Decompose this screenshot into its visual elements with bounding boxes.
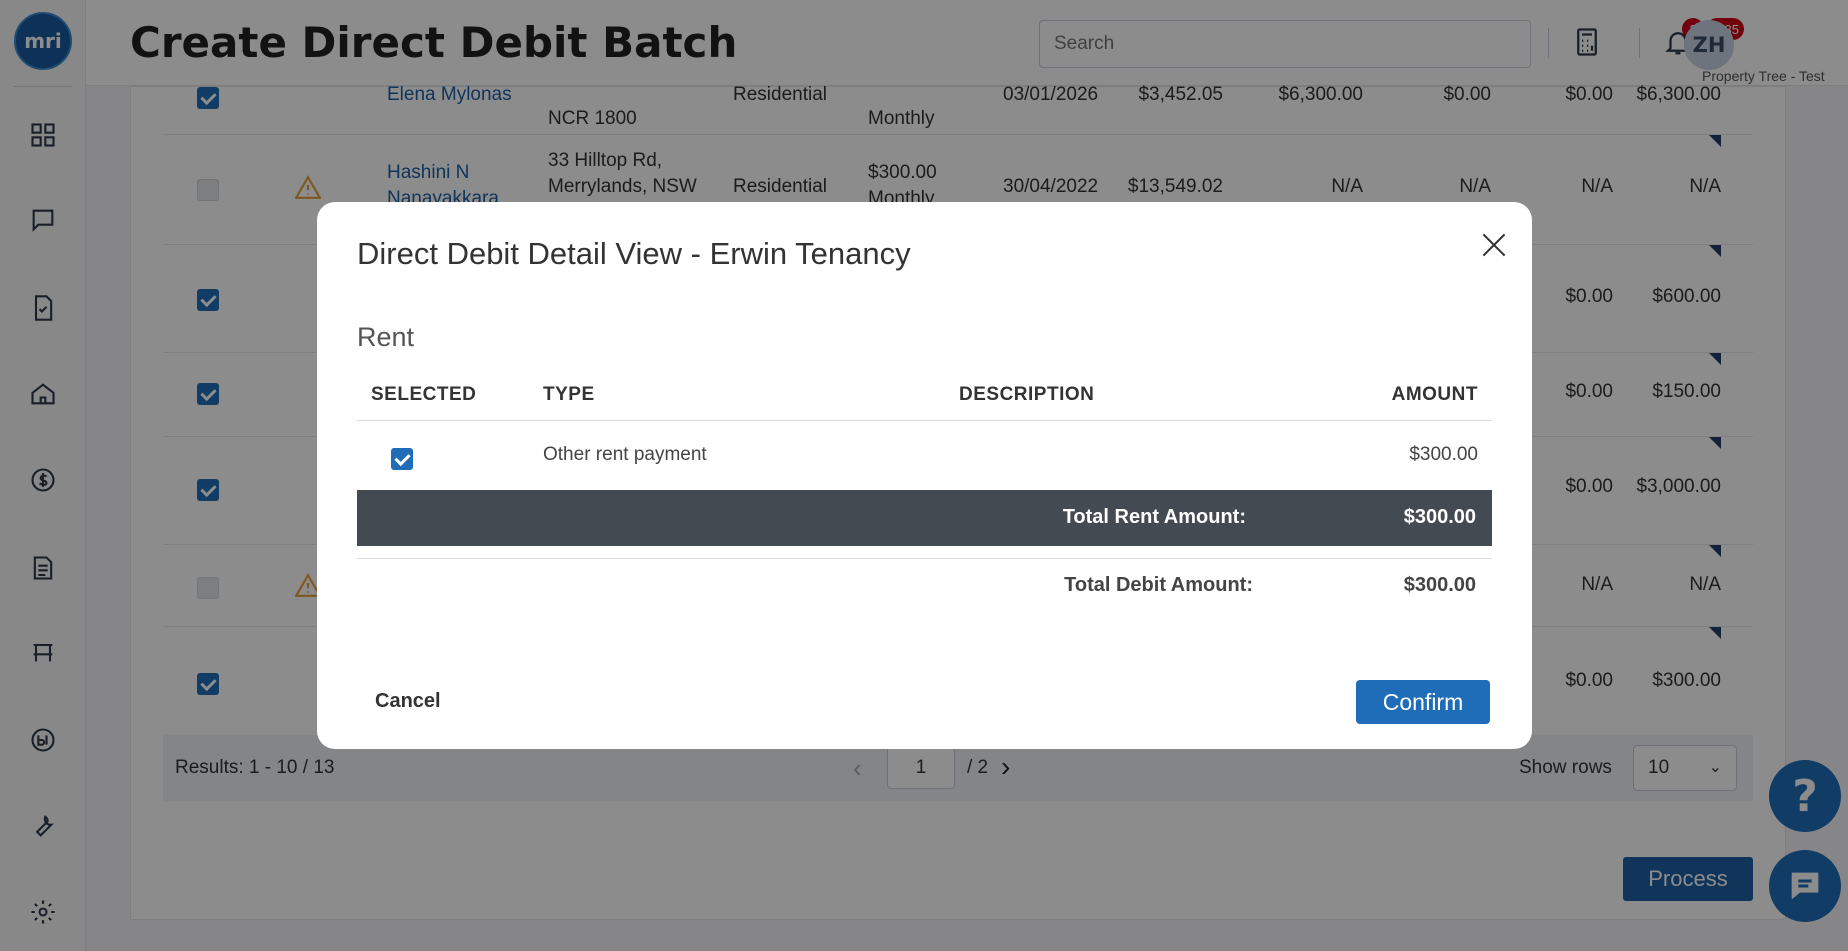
cancel-button[interactable]: Cancel — [375, 690, 441, 713]
item-amount: $300.00 — [1409, 444, 1478, 465]
close-icon[interactable] — [1477, 228, 1511, 262]
direct-debit-detail-modal: Direct Debit Detail View - Erwin Tenancy… — [317, 202, 1532, 749]
column-header-amount: AMOUNT — [1391, 384, 1478, 405]
total-debit-label: Total Debit Amount: — [1064, 574, 1253, 596]
column-header-type: TYPE — [543, 384, 595, 405]
column-header-description: DESCRIPTION — [959, 384, 1095, 405]
total-debit-value: $300.00 — [1403, 574, 1476, 596]
total-rent-value: $300.00 — [1403, 506, 1476, 528]
total-rent-label: Total Rent Amount: — [1062, 506, 1246, 528]
item-type: Other rent payment — [543, 444, 707, 465]
column-header-selected: SELECTED — [371, 384, 477, 405]
total-rent-bar: Total Rent Amount: $300.00 — [357, 490, 1492, 546]
modal-title: Direct Debit Detail View - Erwin Tenancy — [357, 236, 911, 271]
header-divider — [357, 420, 1492, 421]
section-title: Rent — [357, 322, 415, 352]
confirm-button[interactable]: Confirm — [1356, 680, 1490, 724]
item-selected-checkbox[interactable] — [391, 448, 413, 470]
totals-divider — [357, 558, 1492, 559]
